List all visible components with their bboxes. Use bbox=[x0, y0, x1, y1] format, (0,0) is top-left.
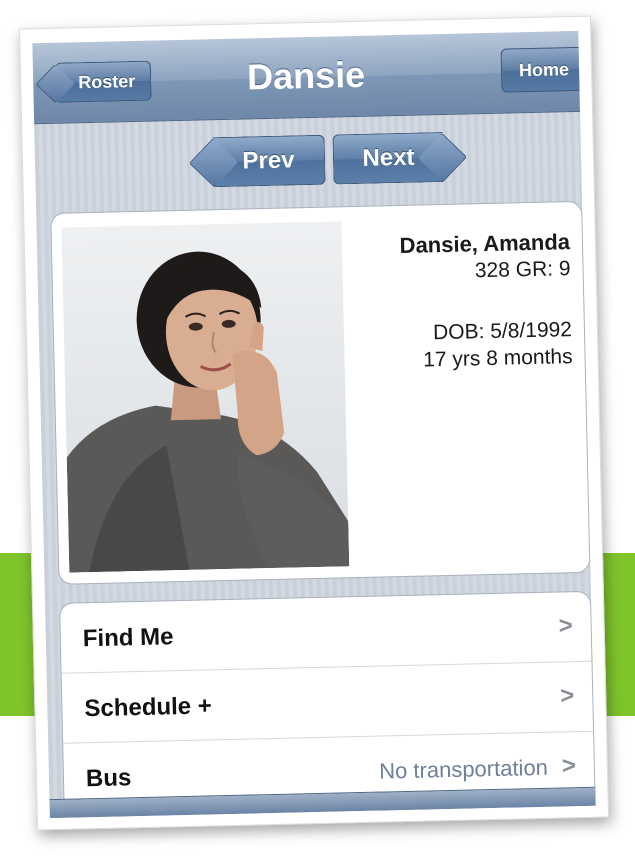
list-item-find-me[interactable]: Find Me > bbox=[60, 591, 592, 674]
student-photo bbox=[61, 221, 350, 573]
prev-next-control: Prev Next bbox=[35, 129, 582, 193]
next-button-label: Next bbox=[362, 143, 415, 172]
next-button[interactable]: Next bbox=[332, 132, 444, 185]
roster-back-label: Roster bbox=[77, 70, 136, 92]
chevron-right-icon: > bbox=[558, 612, 573, 640]
chevron-right-icon: > bbox=[559, 682, 575, 710]
student-profile-panel: Dansie, Amanda 328 GR: 9 DOB: 5/8/1992 1… bbox=[50, 200, 591, 585]
student-actions-list: Find Me > Schedule + > Bus No transporta… bbox=[59, 590, 596, 819]
chevron-right-icon: > bbox=[561, 752, 577, 780]
list-item-label: Bus bbox=[85, 764, 132, 793]
student-id-grade: 328 GR: 9 bbox=[474, 257, 571, 283]
list-item-schedule[interactable]: Schedule + > bbox=[61, 661, 594, 744]
student-info: Dansie, Amanda 328 GR: 9 DOB: 5/8/1992 1… bbox=[330, 228, 573, 375]
prev-button-label: Prev bbox=[242, 146, 295, 175]
phone-screen: Roster Dansie Home Prev Next Dansie, Ama… bbox=[32, 30, 596, 819]
student-photo-illustration bbox=[66, 251, 350, 573]
list-item-label: Schedule + bbox=[84, 692, 213, 723]
list-item-label: Find Me bbox=[82, 623, 174, 653]
student-age: 17 yrs 8 months bbox=[422, 345, 573, 372]
list-item-value: No transportation bbox=[378, 754, 549, 784]
home-button-label: Home bbox=[518, 58, 570, 80]
screenshot-card: Roster Dansie Home Prev Next Dansie, Ama… bbox=[18, 15, 610, 831]
navigation-bar: Roster Dansie Home bbox=[32, 30, 588, 125]
prev-button[interactable]: Prev bbox=[212, 134, 326, 188]
home-button[interactable]: Home bbox=[500, 46, 588, 93]
